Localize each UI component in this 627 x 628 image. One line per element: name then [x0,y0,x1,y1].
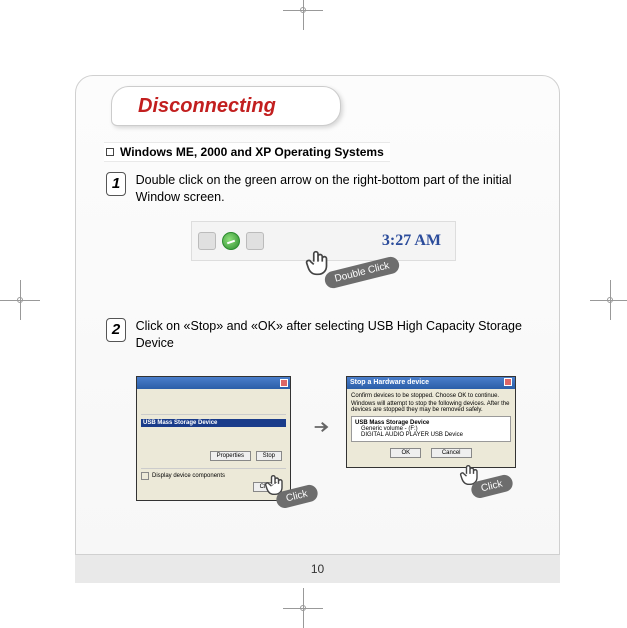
stop-hardware-dialog: Stop a Hardware device Confirm devices t… [346,376,516,468]
step-2-number: 2 [106,318,126,342]
bullet-square-icon [106,148,114,156]
dialog2-device-3[interactable]: DIGITAL AUDIO PLAYER USB Device [355,432,507,438]
page-card: Disconnecting Windows ME, 2000 and XP Op… [75,75,560,555]
dialog2-ok-button[interactable]: OK [390,448,421,458]
step-2-text: Click on «Stop» and «OK» after selecting… [136,318,536,352]
dialog2-device-list: USB Mass Storage Device Generic volume -… [351,416,511,442]
dialog2-close-icon[interactable] [504,378,512,386]
tray-icon-generic-2 [246,232,264,250]
tray-icon-generic [198,232,216,250]
dialog1-stop-button[interactable]: Stop [256,451,282,461]
tray-icon-safely-remove[interactable] [222,232,240,250]
step-2: 2 Click on «Stop» and «OK» after selecti… [106,318,539,352]
page-number: 10 [311,562,324,576]
dialog2-titlebar: Stop a Hardware device [347,377,515,389]
dialog1-close-icon[interactable] [280,379,288,387]
step-1-text: Double click on the green arrow on the r… [136,172,536,206]
dialog2-message-1: Confirm devices to be stopped. Choose OK… [351,393,511,399]
dialog1-checkbox-label: Display device components [152,473,225,479]
page-title-pill: Disconnecting [111,86,341,126]
dialog1-properties-button[interactable]: Properties [210,451,251,461]
dialog1-checkbox[interactable] [141,472,149,480]
page-footer: 10 [75,555,560,583]
dialog2-message-2: Windows will attempt to stop the followi… [351,401,511,413]
dialog2-cancel-button[interactable]: Cancel [431,448,472,458]
section-header: Windows ME, 2000 and XP Operating System… [104,142,390,162]
page-title: Disconnecting [138,95,276,118]
taskbar-clock: 3:27 AM [270,232,449,250]
step-1: 1 Double click on the green arrow on the… [106,172,539,206]
dialog1-selected-device[interactable]: USB Mass Storage Device [141,419,286,427]
dialog2-title: Stop a Hardware device [350,377,429,389]
arrow-right-icon [311,416,333,441]
dialog1-titlebar [137,377,290,389]
section-header-text: Windows ME, 2000 and XP Operating System… [120,145,384,159]
step-1-number: 1 [106,172,126,196]
